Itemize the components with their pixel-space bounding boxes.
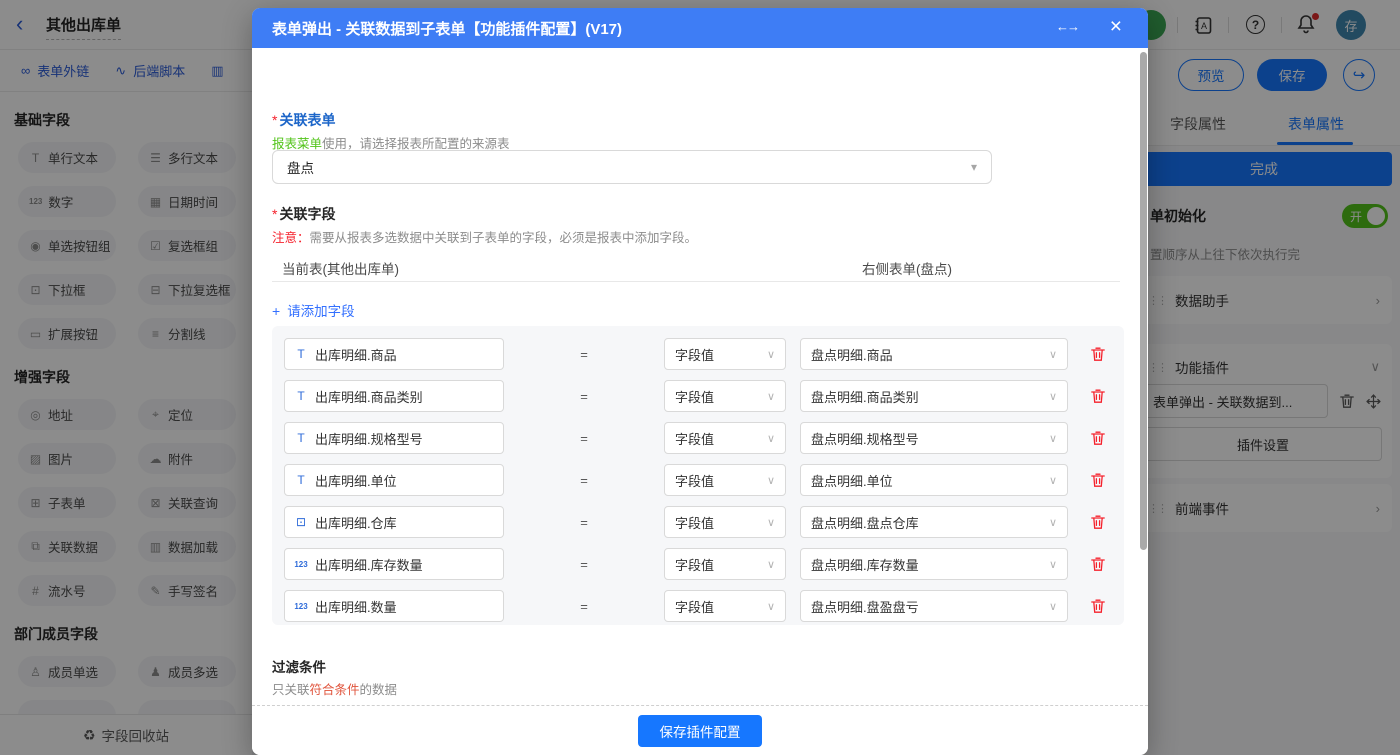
equals-operator: = bbox=[504, 347, 664, 362]
left-field-input[interactable]: T 出库明细.商品类别 bbox=[284, 380, 504, 412]
chevron-down-icon: ∨ bbox=[1049, 600, 1057, 613]
chevron-down-icon: ∨ bbox=[767, 432, 775, 445]
right-table-header: 右侧表单(盘点) bbox=[862, 258, 952, 278]
chevron-down-icon: ∨ bbox=[1049, 390, 1057, 403]
text-field-icon: T bbox=[294, 389, 308, 403]
related-fields-note: 注意：需要从报表多选数据中关联到子表单的字段，必须是报表中添加字段。 bbox=[272, 227, 697, 246]
related-form-label: *关联表单 bbox=[272, 110, 335, 130]
field-mapping-row: T 出库明细.规格型号 = 字段值 ∨ 盘点明细.规格型号 ∨ bbox=[284, 422, 1124, 454]
left-field-input[interactable]: T 出库明细.规格型号 bbox=[284, 422, 504, 454]
equals-operator: = bbox=[504, 557, 664, 572]
delete-row-icon[interactable] bbox=[1090, 388, 1106, 404]
modal-body: *关联表单 报表菜单使用，请选择报表所配置的来源表 盘点 ▾ *关联字段 注意：… bbox=[252, 48, 1148, 705]
number-field-icon: 123 bbox=[294, 560, 308, 569]
divider bbox=[272, 281, 1120, 282]
left-table-header: 当前表(其他出库单) bbox=[282, 258, 399, 278]
field-mapping-panel: T 出库明细.商品 = 字段值 ∨ 盘点明细.商品 ∨ T 出库明细.商品类别 … bbox=[272, 326, 1124, 625]
chevron-down-icon: ∨ bbox=[767, 474, 775, 487]
right-field-select[interactable]: 盘点明细.规格型号 ∨ bbox=[800, 422, 1068, 454]
delete-row-icon[interactable] bbox=[1090, 430, 1106, 446]
value-type-select[interactable]: 字段值 ∨ bbox=[664, 338, 786, 370]
equals-operator: = bbox=[504, 515, 664, 530]
number-field-icon: 123 bbox=[294, 602, 308, 611]
chevron-down-icon: ∨ bbox=[1049, 474, 1057, 487]
chevron-down-icon: ∨ bbox=[767, 390, 775, 403]
chevron-down-icon: ∨ bbox=[767, 516, 775, 529]
save-plugin-config-button[interactable]: 保存插件配置 bbox=[638, 715, 762, 747]
field-mapping-row: 123 出库明细.数量 = 字段值 ∨ 盘点明细.盘盈盘亏 ∨ bbox=[284, 590, 1124, 622]
chevron-down-icon: ∨ bbox=[1049, 558, 1057, 571]
text-field-icon: T bbox=[294, 347, 308, 361]
field-mapping-row: T 出库明细.商品类别 = 字段值 ∨ 盘点明细.商品类别 ∨ bbox=[284, 380, 1124, 412]
delete-row-icon[interactable] bbox=[1090, 472, 1106, 488]
equals-operator: = bbox=[504, 389, 664, 404]
value-type-select[interactable]: 字段值 ∨ bbox=[664, 506, 786, 538]
delete-row-icon[interactable] bbox=[1090, 346, 1106, 362]
plugin-config-modal: 表单弹出 - 关联数据到子表单【功能插件配置】(V17) ←→ × *关联表单 … bbox=[252, 8, 1148, 755]
delete-row-icon[interactable] bbox=[1090, 514, 1106, 530]
plus-icon: + bbox=[272, 303, 280, 319]
equals-operator: = bbox=[504, 473, 664, 488]
field-mapping-row: T 出库明细.商品 = 字段值 ∨ 盘点明细.商品 ∨ bbox=[284, 338, 1124, 370]
text-field-icon: T bbox=[294, 431, 308, 445]
related-form-select[interactable]: 盘点 ▾ bbox=[272, 150, 992, 184]
filter-label: 过滤条件 bbox=[272, 656, 326, 677]
close-icon[interactable]: × bbox=[1110, 15, 1122, 39]
right-field-select[interactable]: 盘点明细.盘盈盘亏 ∨ bbox=[800, 590, 1068, 622]
chevron-down-icon: ∨ bbox=[767, 600, 775, 613]
expand-icon[interactable]: ←→ bbox=[1056, 19, 1078, 34]
left-field-input[interactable]: ⊡ 出库明细.仓库 bbox=[284, 506, 504, 538]
chevron-down-icon: ∨ bbox=[1049, 432, 1057, 445]
field-mapping-row: ⊡ 出库明细.仓库 = 字段值 ∨ 盘点明细.盘点仓库 ∨ bbox=[284, 506, 1124, 538]
left-field-input[interactable]: T 出库明细.商品 bbox=[284, 338, 504, 370]
right-field-select[interactable]: 盘点明细.单位 ∨ bbox=[800, 464, 1068, 496]
modal-scrollbar[interactable] bbox=[1140, 52, 1147, 550]
delete-row-icon[interactable] bbox=[1090, 598, 1106, 614]
modal-title: 表单弹出 - 关联数据到子表单【功能插件配置】(V17) bbox=[272, 18, 622, 39]
text-field-icon: T bbox=[294, 473, 308, 487]
right-field-select[interactable]: 盘点明细.盘点仓库 ∨ bbox=[800, 506, 1068, 538]
left-field-input[interactable]: 123 出库明细.数量 bbox=[284, 590, 504, 622]
filter-desc: 只关联符合条件的数据 bbox=[272, 679, 397, 698]
equals-operator: = bbox=[504, 431, 664, 446]
chevron-down-icon: ∨ bbox=[767, 558, 775, 571]
right-field-select[interactable]: 盘点明细.商品类别 ∨ bbox=[800, 380, 1068, 412]
left-field-input[interactable]: T 出库明细.单位 bbox=[284, 464, 504, 496]
field-mapping-row: T 出库明细.单位 = 字段值 ∨ 盘点明细.单位 ∨ bbox=[284, 464, 1124, 496]
chevron-down-icon: ∨ bbox=[767, 348, 775, 361]
value-type-select[interactable]: 字段值 ∨ bbox=[664, 422, 786, 454]
delete-row-icon[interactable] bbox=[1090, 556, 1106, 572]
equals-operator: = bbox=[504, 599, 664, 614]
right-field-select[interactable]: 盘点明细.商品 ∨ bbox=[800, 338, 1068, 370]
select-triangle-icon: ▾ bbox=[971, 160, 977, 174]
modal-footer: 保存插件配置 bbox=[252, 705, 1148, 755]
left-field-input[interactable]: 123 出库明细.库存数量 bbox=[284, 548, 504, 580]
field-mapping-row: 123 出库明细.库存数量 = 字段值 ∨ 盘点明细.库存数量 ∨ bbox=[284, 548, 1124, 580]
chevron-down-icon: ∨ bbox=[1049, 348, 1057, 361]
value-type-select[interactable]: 字段值 ∨ bbox=[664, 464, 786, 496]
related-fields-label: *关联字段 bbox=[272, 204, 335, 224]
value-type-select[interactable]: 字段值 ∨ bbox=[664, 380, 786, 412]
modal-header: 表单弹出 - 关联数据到子表单【功能插件配置】(V17) ←→ × bbox=[252, 8, 1148, 48]
value-type-select[interactable]: 字段值 ∨ bbox=[664, 548, 786, 580]
right-field-select[interactable]: 盘点明细.库存数量 ∨ bbox=[800, 548, 1068, 580]
select-field-icon: ⊡ bbox=[294, 515, 308, 529]
value-type-select[interactable]: 字段值 ∨ bbox=[664, 590, 786, 622]
chevron-down-icon: ∨ bbox=[1049, 516, 1057, 529]
add-field-link[interactable]: +请添加字段 bbox=[272, 300, 355, 320]
